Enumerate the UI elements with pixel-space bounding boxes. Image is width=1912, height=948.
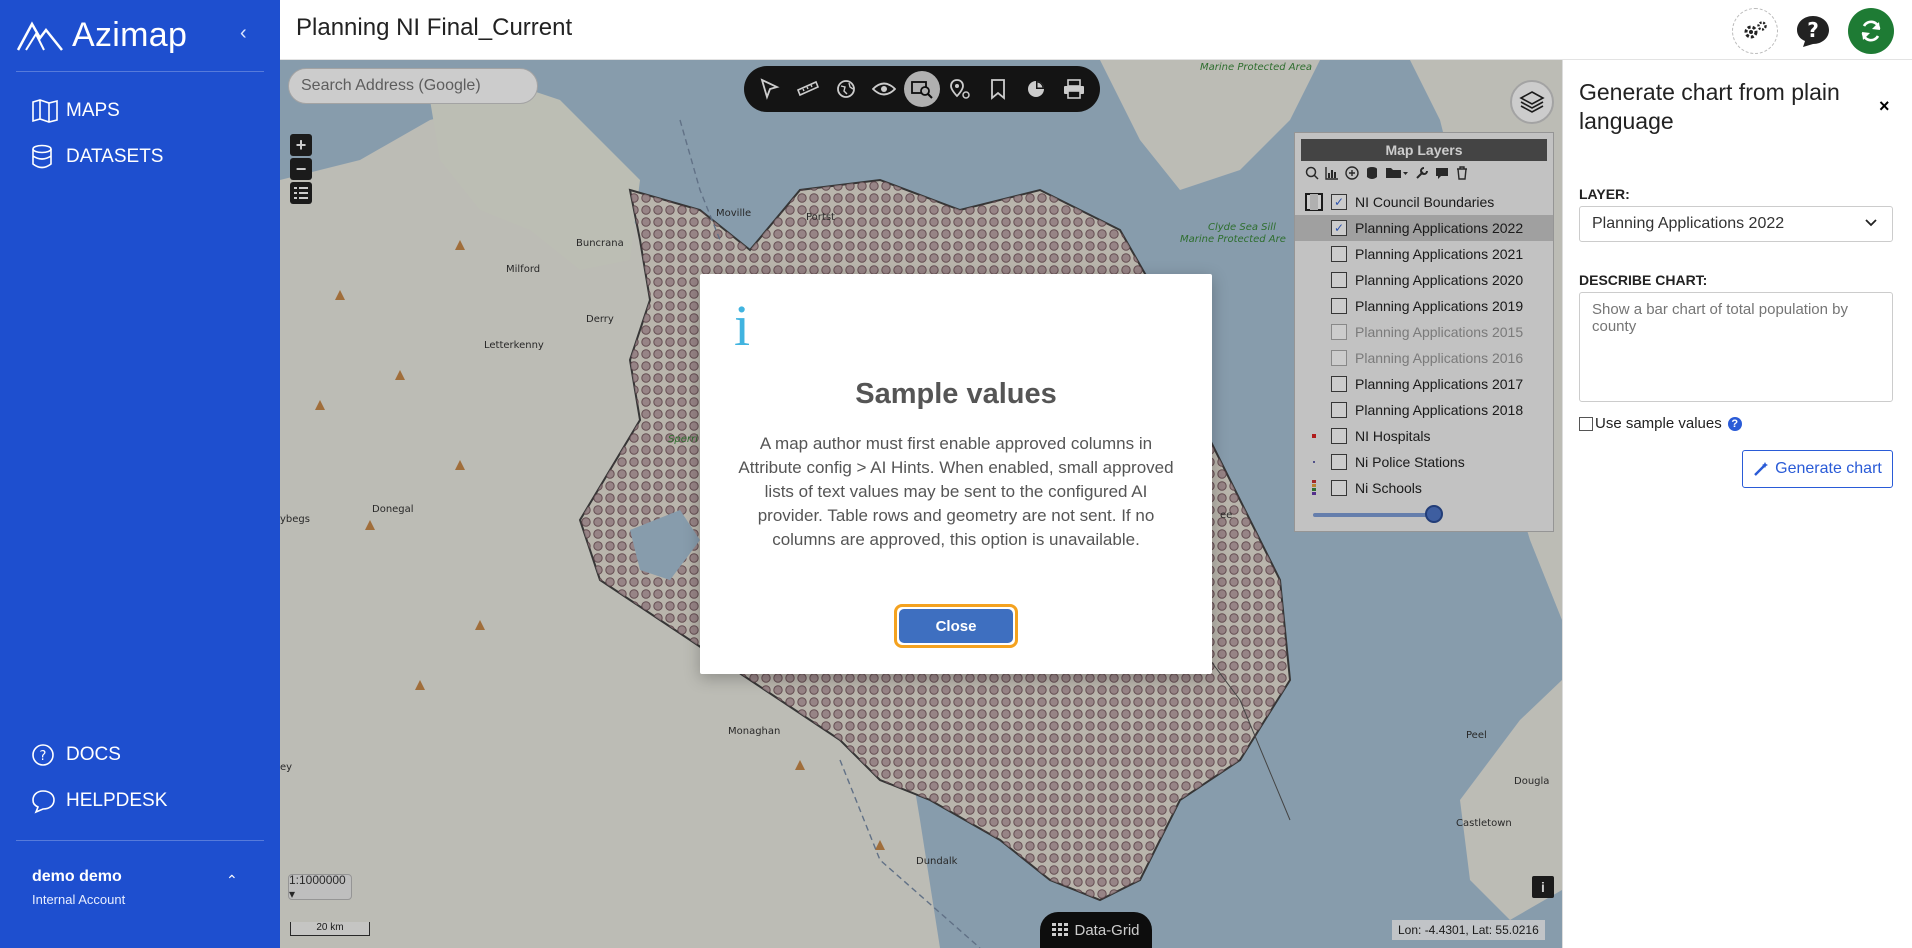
checkbox[interactable] [1579, 416, 1593, 431]
question-bubble-icon: ? [1797, 16, 1829, 47]
user-role: Internal Account [32, 892, 126, 907]
sidebar-item-maps[interactable]: MAPS [30, 98, 120, 124]
sync-button[interactable] [1848, 8, 1894, 54]
refresh-icon [1861, 20, 1881, 42]
describe-chart-textarea[interactable] [1579, 292, 1893, 402]
use-sample-values-label: Use sample values [1595, 415, 1722, 432]
sidebar-item-docs[interactable]: ? DOCS [30, 742, 121, 768]
svg-text:?: ? [40, 749, 47, 764]
describe-chart-label: DESCRIBE CHART: [1579, 272, 1708, 288]
svg-text:?: ? [1807, 18, 1819, 42]
database-icon [32, 144, 52, 169]
settings-button[interactable] [1732, 8, 1778, 54]
chat-bubble-icon [32, 790, 55, 814]
brand-name: Azimap [72, 15, 188, 54]
sidebar-item-datasets[interactable]: DATASETS [30, 144, 163, 170]
panel-title: Generate chart from plain language [1579, 79, 1840, 134]
user-menu-caret-icon[interactable]: ⌃ [226, 872, 238, 889]
layer-select[interactable]: Planning Applications 2022 [1579, 206, 1893, 242]
layer-label: LAYER: [1579, 186, 1630, 202]
divider [16, 71, 264, 72]
generate-chart-label: Generate chart [1775, 460, 1882, 477]
question-circle-icon: ? [32, 744, 54, 766]
close-dialog-label: Close [899, 609, 1013, 643]
sidebar-item-helpdesk[interactable]: HELPDESK [30, 788, 167, 814]
divider [16, 840, 264, 841]
help-button[interactable]: ? [1790, 8, 1836, 54]
close-panel-button[interactable]: × [1879, 96, 1890, 117]
sidebar-item-label: MAPS [66, 100, 120, 121]
info-icon: i [734, 293, 751, 358]
sidebar-item-label: DATASETS [66, 146, 164, 167]
gears-icon [1744, 21, 1767, 39]
user-account[interactable]: demo demo Internal Account [32, 868, 125, 907]
sidebar-item-label: DOCS [66, 744, 121, 765]
close-dialog-button[interactable]: Close [894, 604, 1018, 648]
brand[interactable]: Azimap [16, 14, 187, 56]
dialog-body: A map author must first enable approved … [738, 434, 1174, 549]
azimap-logo-icon [16, 21, 63, 51]
map-book-icon [32, 99, 58, 123]
generate-chart-button[interactable]: Generate chart [1742, 450, 1893, 488]
use-sample-values-checkbox[interactable]: Use sample values ? [1579, 415, 1742, 432]
sidebar: Azimap ‹ MAPS DATASETS ? DOCS HELPDESK d… [0, 0, 280, 948]
magic-wand-icon [1754, 462, 1769, 476]
collapse-sidebar-button[interactable]: ‹ [240, 22, 247, 45]
dialog-title: Sample values [855, 378, 1057, 410]
page-title: Planning NI Final_Current [296, 14, 573, 41]
user-name: demo demo [32, 868, 122, 885]
generate-chart-panel: Generate chart from plain language × LAY… [1562, 60, 1912, 948]
help-icon[interactable]: ? [1727, 416, 1742, 431]
sidebar-item-label: HELPDESK [66, 790, 168, 811]
header: Planning NI Final_Current ? [280, 0, 1912, 60]
chevron-down-icon [1865, 219, 1877, 227]
layer-select-value: Planning Applications 2022 [1592, 215, 1785, 232]
sample-values-dialog: i Sample values A map author must first … [700, 274, 1212, 674]
